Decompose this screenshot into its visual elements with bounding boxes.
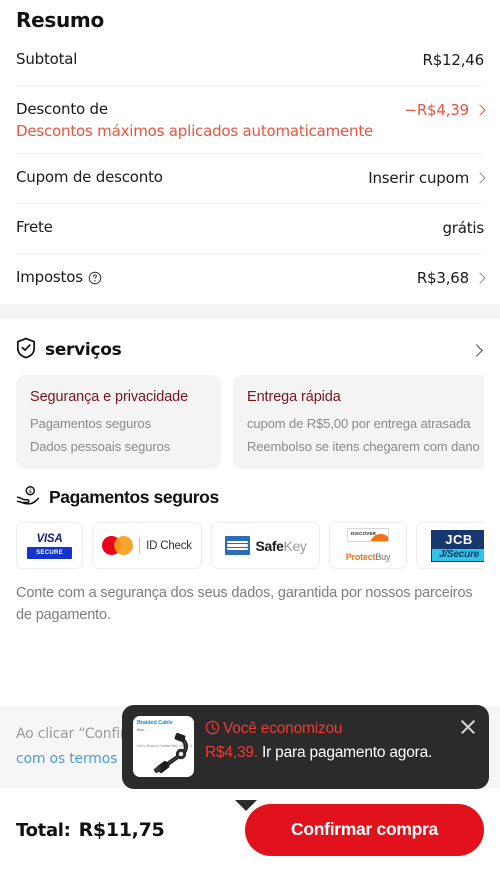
jcb-wordmark: JCB bbox=[431, 529, 484, 549]
row-value: grátis bbox=[442, 219, 484, 237]
chevron-right-icon[interactable] bbox=[470, 343, 483, 357]
row-label: Subtotal bbox=[16, 50, 78, 68]
services-header-left: serviços bbox=[16, 337, 122, 363]
row-value[interactable]: Inserir cupom bbox=[368, 169, 469, 187]
hand-coin-icon: $ bbox=[16, 485, 40, 509]
braided-cable-product-image[interactable]: Braided Cable Blac... Use in Board & Fea… bbox=[133, 716, 194, 777]
row-left: Cupom de desconto bbox=[16, 168, 368, 186]
jsecure-label: J/Secure bbox=[431, 548, 484, 562]
row-left: Desconto de Descontos máximos aplicados … bbox=[16, 100, 404, 140]
row-right[interactable]: Inserir cupom bbox=[368, 168, 486, 187]
visa-secure-badge: SECURE bbox=[27, 546, 72, 559]
shield-check-icon bbox=[16, 337, 36, 363]
summary-row-subtotal: Subtotal R$12,46 bbox=[16, 36, 484, 86]
terms-link[interactable]: com os termos bbox=[16, 751, 117, 767]
secure-payments-title: Pagamentos seguros bbox=[49, 486, 219, 507]
toast-headline: Você economizou bbox=[223, 720, 343, 737]
services-section: serviços Segurança e privacidade Pagamen… bbox=[0, 319, 500, 469]
order-summary-section: Resumo Subtotal R$12,46 Desconto de Desc… bbox=[0, 0, 500, 304]
row-label: Desconto de bbox=[16, 100, 108, 118]
services-header[interactable]: serviços bbox=[16, 331, 484, 375]
service-card-line: Dados pessoais seguros bbox=[30, 439, 171, 454]
mastercard-id-check-logo: ID Check bbox=[92, 522, 202, 569]
discover-protectbuy-logo: DISCOVER ProtectBuy bbox=[329, 522, 407, 569]
row-label: Impostos bbox=[16, 268, 83, 286]
row-value: R$12,46 bbox=[422, 51, 484, 69]
service-card-security[interactable]: Segurança e privacidade Pagamentos segur… bbox=[16, 375, 221, 469]
row-label: Cupom de desconto bbox=[16, 168, 163, 186]
row-right: grátis bbox=[442, 218, 484, 237]
thumb-title: Braided Cable bbox=[137, 720, 173, 726]
row-value: R$3,68 bbox=[416, 269, 469, 287]
summary-row-coupon[interactable]: Cupom de desconto Inserir cupom bbox=[16, 154, 486, 204]
payment-partners-note: Conte com a segurança dos seus dados, ga… bbox=[16, 585, 473, 623]
service-card-fast-delivery[interactable]: Entrega rápida cupom de R$5,00 por entre… bbox=[233, 375, 484, 469]
service-card-line: Pagamentos seguros bbox=[30, 416, 152, 431]
page-title: Resumo bbox=[16, 8, 104, 32]
services-cards: Segurança e privacidade Pagamentos segur… bbox=[16, 375, 484, 469]
secure-payments-header: $ Pagamentos seguros bbox=[16, 485, 484, 522]
safekey-label: SafeKey bbox=[255, 538, 307, 554]
cable-illustration bbox=[153, 732, 188, 774]
divider bbox=[139, 537, 141, 554]
checkout-screen: Resumo Subtotal R$12,46 Desconto de Desc… bbox=[0, 0, 500, 871]
section-divider bbox=[0, 304, 500, 319]
amex-safekey-logo: SafeKey bbox=[211, 522, 320, 569]
jcb-jsecure-logo: JCB J/Secure bbox=[416, 522, 484, 569]
row-sublabel: Descontos máximos aplicados automaticame… bbox=[16, 122, 374, 140]
visa-secure-logo: VISA SECURE bbox=[16, 522, 83, 569]
total-value: R$11,75 bbox=[78, 818, 165, 841]
toast-amount: R$4,39. bbox=[205, 743, 258, 761]
toast-rest: Ir para pagamento agora. bbox=[257, 743, 433, 761]
row-left: Impostos bbox=[16, 268, 417, 286]
row-right[interactable]: R$3,68 bbox=[416, 268, 486, 287]
visa-wordmark: VISA bbox=[36, 532, 63, 545]
toast-text: Você economizou R$4,39. Ir para pagament… bbox=[205, 717, 478, 764]
secure-payments-section: $ Pagamentos seguros VISA SECURE ID Chec… bbox=[0, 469, 500, 627]
row-right[interactable]: −R$4,39 bbox=[404, 100, 486, 119]
row-value: −R$4,39 bbox=[404, 101, 469, 119]
payment-logos: VISA SECURE ID Check SafeKey DISCOVER Pr… bbox=[16, 522, 484, 569]
toast-body: Você economizou R$4,39. Ir para pagament… bbox=[205, 716, 478, 777]
row-left: Frete bbox=[16, 218, 442, 236]
amex-card-icon bbox=[224, 536, 250, 555]
summary-row-taxes[interactable]: Impostos R$3,68 bbox=[16, 254, 486, 304]
toast-pointer bbox=[235, 800, 257, 811]
row-label: Frete bbox=[16, 218, 53, 236]
confirm-purchase-button[interactable]: Confirmar compra bbox=[245, 803, 484, 856]
info-icon[interactable] bbox=[88, 270, 102, 285]
summary-row-shipping: Frete grátis bbox=[16, 204, 484, 254]
clock-icon bbox=[205, 719, 220, 735]
svg-text:$: $ bbox=[29, 489, 33, 495]
service-card-line: cupom de R$5,00 por entrega atrasada bbox=[247, 416, 471, 431]
service-card-line: Reembolso se itens chegarem com dano bbox=[247, 439, 480, 454]
summary-row-discount[interactable]: Desconto de Descontos máximos aplicados … bbox=[16, 86, 486, 154]
row-left: Subtotal bbox=[16, 50, 422, 68]
service-card-title: Segurança e privacidade bbox=[30, 389, 189, 405]
label-with-icon: Impostos bbox=[16, 268, 417, 286]
chevron-right-icon bbox=[474, 103, 486, 116]
services-title: serviços bbox=[45, 340, 122, 360]
thumb-subtitle: Blac... bbox=[137, 728, 147, 732]
discover-card-icon: DISCOVER bbox=[347, 527, 389, 542]
chevron-right-icon bbox=[474, 171, 486, 184]
close-icon[interactable] bbox=[458, 717, 478, 737]
savings-toast[interactable]: Braided Cable Blac... Use in Board & Fea… bbox=[122, 705, 489, 789]
mastercard-circles-icon bbox=[102, 536, 134, 555]
row-right: R$12,46 bbox=[422, 50, 484, 69]
total-label: Total: bbox=[16, 819, 71, 841]
protectbuy-label: ProtectBuy bbox=[345, 551, 391, 562]
id-check-label: ID Check bbox=[146, 539, 192, 552]
service-card-title: Entrega rápida bbox=[247, 389, 341, 405]
chevron-right-icon bbox=[474, 271, 486, 284]
total-block: Total: R$11,75 bbox=[16, 818, 165, 841]
